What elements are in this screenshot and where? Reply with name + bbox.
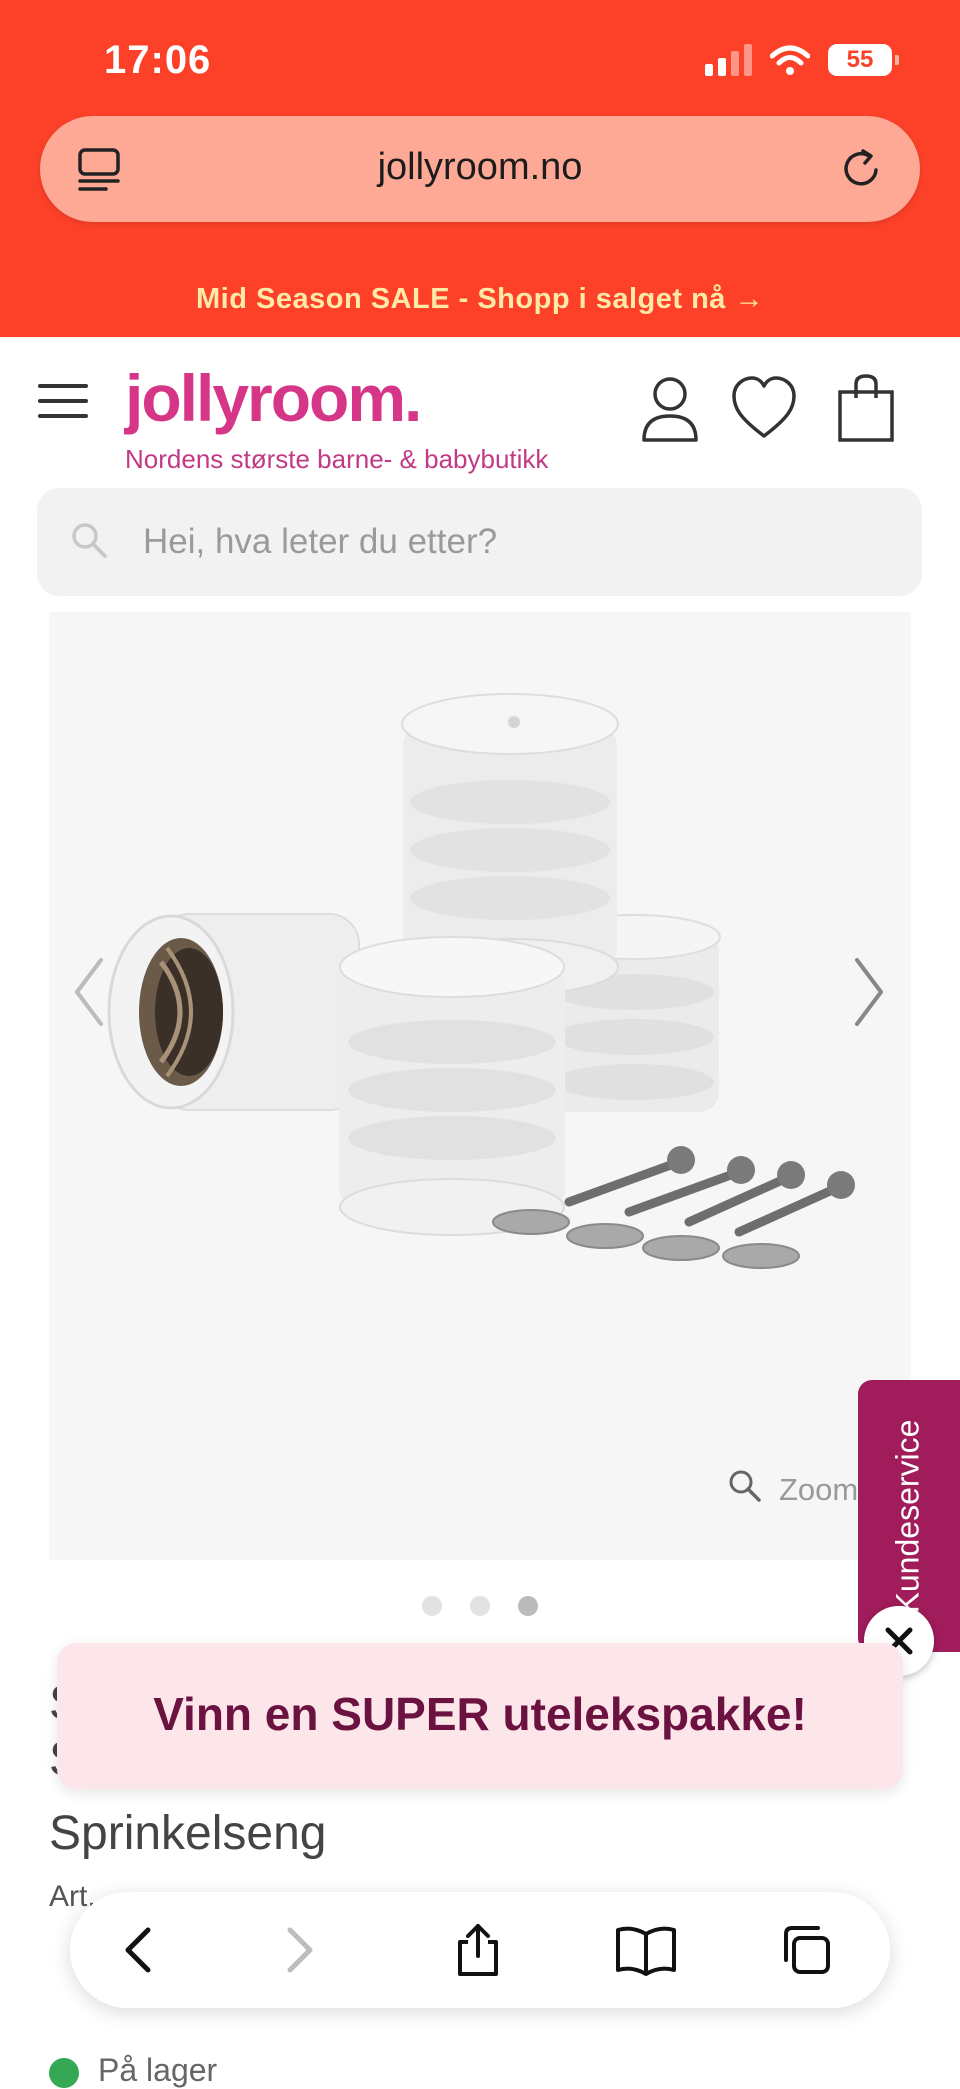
cellular-signal-icon [705, 44, 752, 76]
pagination-dot-active[interactable] [518, 1596, 538, 1616]
browser-header: 17:06 55 jollyroom.no Mid Season SALE - … [0, 0, 960, 337]
site-logo[interactable]: jollyroom. [125, 360, 422, 436]
account-icon[interactable] [638, 372, 702, 444]
washers [492, 1209, 800, 1269]
site-tagline: Nordens største barne- & babybutikk [125, 444, 549, 474]
stock-status: På lager [98, 2052, 218, 2088]
contest-banner[interactable]: Vinn en SUPER utelekspakke! [57, 1643, 903, 1789]
search-placeholder[interactable]: Hei, hva leter du etter? [143, 522, 497, 562]
pagination-dot[interactable] [422, 1596, 442, 1616]
status-icons: 55 [705, 44, 899, 76]
gallery-pagination [0, 1596, 960, 1616]
zoom-label[interactable]: Zoom [779, 1472, 858, 1508]
gallery-next-arrow-icon[interactable] [849, 952, 889, 1032]
reload-icon[interactable] [838, 144, 886, 192]
wishlist-heart-icon[interactable] [730, 372, 798, 444]
search-icon [72, 523, 107, 558]
bumper-side [107, 913, 360, 1111]
search-field[interactable]: Hei, hva leter du etter? [37, 488, 922, 596]
wifi-icon [770, 45, 810, 75]
pagination-dot[interactable] [470, 1596, 490, 1616]
status-time: 17:06 [104, 38, 212, 82]
forward-icon[interactable] [270, 1922, 326, 1978]
product-title-last-line: Sprinkelseng [49, 1807, 327, 1860]
hamburger-menu-icon[interactable] [38, 384, 88, 420]
gallery-prev-arrow-icon[interactable] [69, 952, 109, 1032]
contest-banner-text[interactable]: Vinn en SUPER utelekspakke! [57, 1687, 903, 1741]
in-stock-indicator-icon [49, 2058, 79, 2088]
browser-toolbar [70, 1892, 890, 2008]
promo-link[interactable]: Mid Season SALE - Shopp i salget nå → [0, 283, 960, 316]
zoom-icon[interactable] [727, 1468, 763, 1504]
screws [564, 1146, 855, 1237]
back-icon[interactable] [112, 1922, 168, 1978]
product-gallery[interactable]: Zoom [49, 612, 911, 1560]
address-bar[interactable]: jollyroom.no [40, 116, 920, 222]
bumper-front [339, 936, 565, 1236]
shopping-bag-icon[interactable] [834, 372, 898, 444]
share-icon[interactable] [450, 1922, 506, 1978]
tabs-icon[interactable] [778, 1922, 834, 1978]
battery-icon: 55 [828, 44, 899, 76]
battery-level: 55 [846, 46, 874, 73]
url-text[interactable]: jollyroom.no [40, 146, 920, 189]
product-image [107, 693, 855, 1269]
bookmarks-icon[interactable] [614, 1922, 678, 1978]
